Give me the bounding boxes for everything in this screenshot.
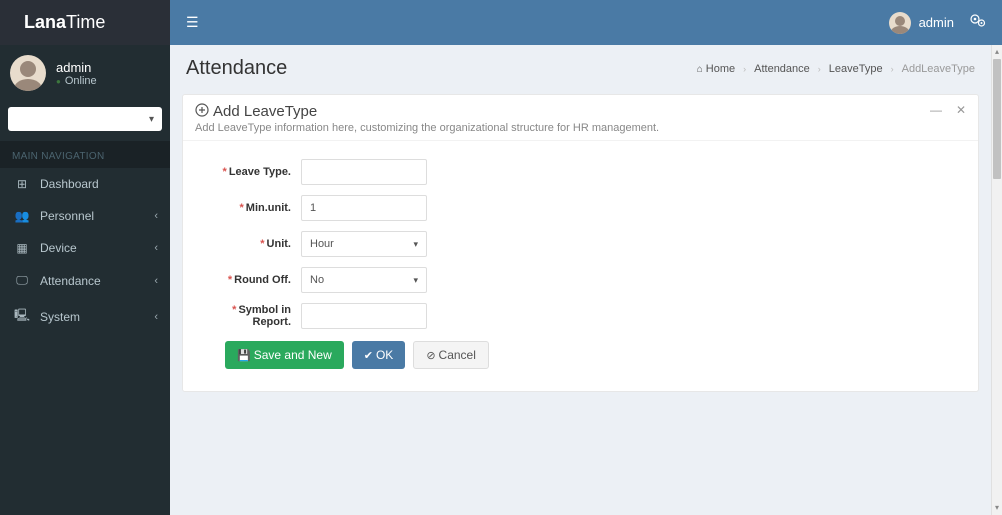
form-row-leave-type: *Leave Type. (201, 159, 960, 185)
input-leave-type[interactable] (301, 159, 427, 185)
settings-gears-icon[interactable] (970, 14, 986, 31)
panel-add-leavetype: Add LeaveType Add LeaveType information … (182, 94, 979, 392)
breadcrumb-addleavetype: AddLeaveType (902, 63, 975, 75)
content-header: Attendance ⌂Home › Attendance › LeaveTyp… (170, 45, 991, 88)
input-symbol[interactable] (301, 303, 427, 329)
chevron-left-icon: ‹ (154, 311, 158, 323)
sidebar-item-system[interactable]: 🖳 System ‹ (0, 297, 170, 336)
breadcrumb-sep: › (818, 64, 821, 74)
nav-label: System (40, 310, 80, 324)
personnel-icon: 👥 (12, 209, 32, 223)
form-row-round-off: *Round Off. No (201, 267, 960, 293)
scroll-up-icon[interactable]: ▴ (992, 45, 1002, 59)
device-icon: ▦ (12, 241, 32, 255)
topbar-username: admin (919, 15, 954, 30)
system-icon: 🖳 (12, 306, 32, 327)
panel-subtitle: Add LeaveType information here, customiz… (195, 122, 930, 134)
label-unit: *Unit. (201, 238, 301, 250)
sidebar-item-dashboard[interactable]: ⊞ Dashboard (0, 168, 170, 200)
chevron-left-icon: ‹ (154, 275, 158, 287)
avatar-icon (889, 12, 911, 34)
form-row-min-unit: *Min.unit. (201, 195, 960, 221)
breadcrumb-attendance[interactable]: Attendance (754, 63, 810, 75)
content: Attendance ⌂Home › Attendance › LeaveTyp… (170, 45, 991, 515)
label-symbol: *Symbol in Report. (201, 304, 301, 328)
page-title: Attendance (186, 57, 287, 80)
hamburger-icon[interactable]: ☰ (170, 14, 215, 31)
brand-logo[interactable]: LanaTime (0, 0, 170, 45)
select-round-off[interactable]: No (301, 267, 427, 293)
minimize-icon[interactable]: — (930, 103, 942, 117)
save-and-new-button[interactable]: 💾Save and New (225, 341, 344, 369)
cancel-icon: ⊘ (426, 349, 435, 362)
cancel-button[interactable]: ⊘Cancel (413, 341, 489, 369)
nav-label: Attendance (40, 274, 101, 288)
label-round-off: *Round Off. (201, 274, 301, 286)
panel-tools: — ✕ (930, 103, 966, 117)
attendance-icon: 🖵 (12, 273, 32, 288)
user-menu[interactable]: admin (889, 12, 954, 34)
nav-label: Device (40, 241, 77, 255)
avatar-icon (10, 55, 46, 91)
sidebar: admin ●Online ▾ MAIN NAVIGATION ⊞ Dashbo… (0, 45, 170, 515)
sidebar-select[interactable]: ▾ (8, 107, 162, 131)
nav-label: Personnel (40, 209, 94, 223)
ok-button[interactable]: ✔OK (352, 341, 406, 369)
topbar: LanaTime ☰ admin (0, 0, 1002, 45)
panel-title: Add LeaveType (195, 103, 930, 120)
nav-label: Dashboard (40, 177, 99, 191)
user-panel: admin ●Online (0, 45, 170, 101)
save-icon: 💾 (237, 349, 251, 362)
dashboard-icon: ⊞ (12, 177, 32, 191)
label-leave-type: *Leave Type. (201, 166, 301, 178)
breadcrumb-home[interactable]: ⌂Home (697, 63, 735, 75)
nav-header: MAIN NAVIGATION (0, 141, 170, 168)
chevron-left-icon: ‹ (154, 210, 158, 222)
input-min-unit[interactable] (301, 195, 427, 221)
breadcrumb-leavetype[interactable]: LeaveType (829, 63, 883, 75)
sidebar-item-attendance[interactable]: 🖵 Attendance ‹ (0, 264, 170, 297)
sidebar-status: ●Online (56, 75, 97, 87)
check-icon: ✔ (364, 349, 373, 362)
brand-light: Time (66, 12, 105, 33)
panel-header: Add LeaveType Add LeaveType information … (183, 95, 978, 141)
breadcrumb-sep: › (891, 64, 894, 74)
online-dot-icon: ● (56, 77, 61, 86)
panel-body: *Leave Type. *Min.unit. *Unit. Hour *Rou… (183, 141, 978, 391)
sidebar-select-wrap: ▾ (8, 107, 162, 131)
close-icon[interactable]: ✕ (956, 103, 966, 117)
sidebar-username: admin (56, 60, 97, 75)
breadcrumb-sep: › (743, 64, 746, 74)
form-row-symbol: *Symbol in Report. (201, 303, 960, 329)
chevron-left-icon: ‹ (154, 242, 158, 254)
brand-strong: Lana (24, 12, 66, 33)
scroll-down-icon[interactable]: ▾ (992, 501, 1002, 515)
sidebar-item-personnel[interactable]: 👥 Personnel ‹ (0, 200, 170, 232)
form-row-unit: *Unit. Hour (201, 231, 960, 257)
topbar-right: admin (889, 12, 1002, 34)
plus-circle-icon (195, 103, 209, 120)
button-row: 💾Save and New ✔OK ⊘Cancel (225, 341, 960, 369)
label-min-unit: *Min.unit. (201, 202, 301, 214)
home-icon: ⌂ (697, 64, 703, 75)
vertical-scrollbar[interactable]: ▴ ▾ (991, 45, 1002, 515)
select-unit[interactable]: Hour (301, 231, 427, 257)
sidebar-item-device[interactable]: ▦ Device ‹ (0, 232, 170, 264)
scroll-thumb[interactable] (993, 59, 1001, 179)
breadcrumb: ⌂Home › Attendance › LeaveType › AddLeav… (697, 63, 975, 75)
